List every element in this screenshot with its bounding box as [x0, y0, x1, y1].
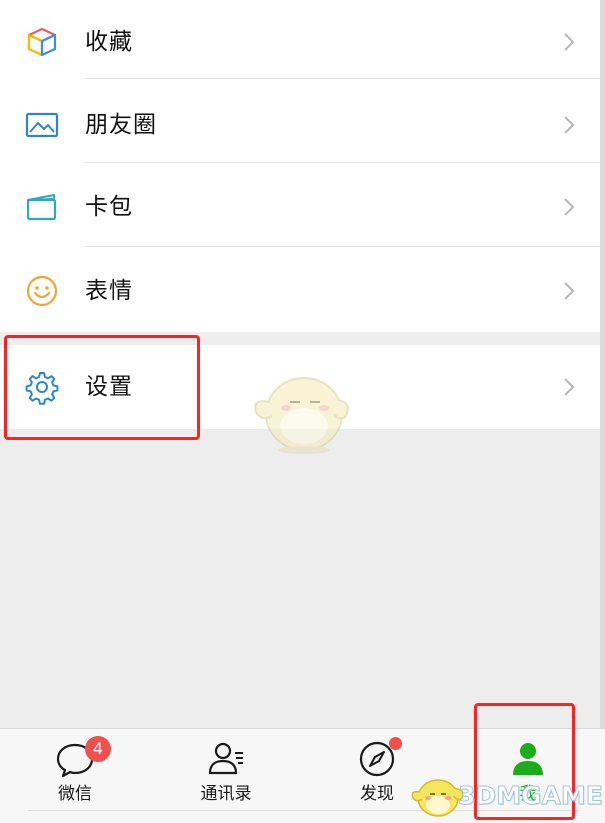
unread-count-badge: 4: [85, 736, 111, 762]
tab-chats[interactable]: 4 微信: [0, 729, 150, 819]
menu-item-favorites[interactable]: 收藏: [0, 0, 600, 84]
contacts-icon: [206, 739, 246, 779]
divider: [85, 246, 600, 247]
menu-item-label: 收藏: [85, 29, 133, 55]
discover-new-dot: [389, 737, 402, 750]
chevron-right-icon: [560, 193, 578, 221]
divider: [85, 162, 600, 163]
chevron-right-icon: [560, 111, 578, 139]
settings-gear-icon: [24, 369, 60, 405]
chevron-right-icon: [560, 28, 578, 56]
watermark-text: 3DMGAME: [458, 781, 604, 811]
tab-label: 通讯录: [200, 784, 252, 804]
menu-item-stickers[interactable]: 表情: [0, 249, 600, 333]
divider: [28, 810, 578, 811]
divider: [85, 78, 600, 79]
card-wallet-icon: [24, 189, 60, 225]
right-edge-strip: [600, 0, 605, 822]
menu-item-label: 卡包: [85, 194, 133, 220]
menu-item-label: 设置: [85, 374, 133, 400]
menu-item-moments[interactable]: 朋友圈: [0, 83, 600, 167]
chevron-right-icon: [560, 373, 578, 401]
menu-item-card-wallet[interactable]: 卡包: [0, 165, 600, 249]
menu-group-main: 收藏 朋友圈 卡包 表情: [0, 0, 600, 332]
menu-item-label: 表情: [85, 278, 133, 304]
chevron-right-icon: [560, 277, 578, 305]
mascot-watermark-icon: [254, 377, 349, 454]
tab-contacts[interactable]: 通讯录: [151, 729, 301, 819]
moments-photo-icon: [24, 107, 60, 143]
me-person-icon: [508, 739, 548, 779]
favorites-cube-icon: [24, 24, 60, 60]
tab-label: 微信: [58, 784, 92, 804]
sticker-smiley-icon: [24, 273, 60, 309]
menu-item-label: 朋友圈: [85, 112, 157, 138]
